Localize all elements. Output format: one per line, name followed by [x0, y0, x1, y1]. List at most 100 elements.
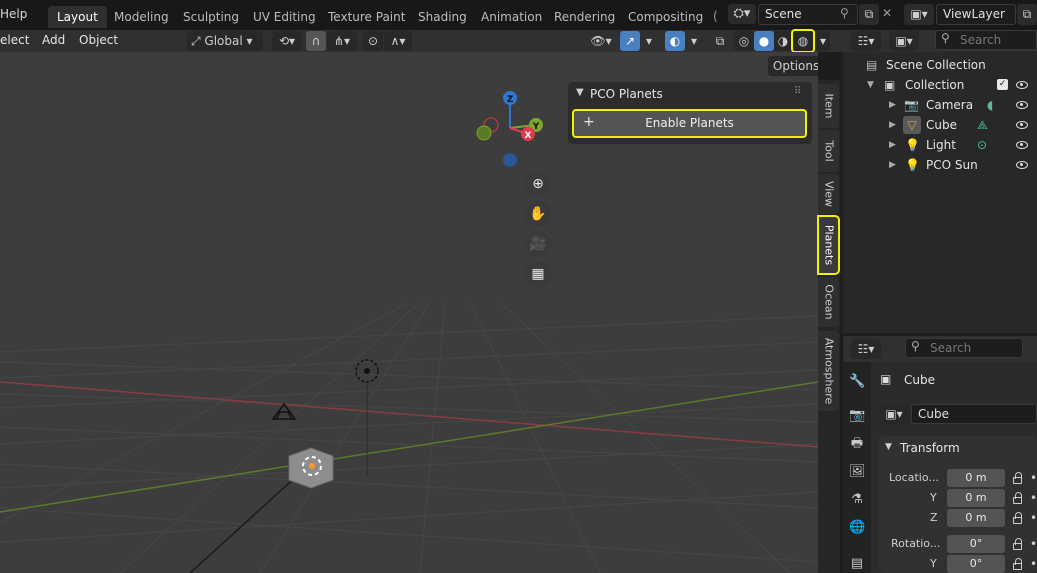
chevron-right-icon[interactable]: ▶ — [889, 135, 896, 155]
chevron-right-icon[interactable]: ▶ — [889, 155, 896, 175]
rotation-y-field[interactable]: 0° — [947, 555, 1005, 573]
tab-animation[interactable]: Animation — [472, 6, 551, 28]
chevron-right-icon[interactable]: ▶ — [889, 95, 896, 115]
shading-dropdown-icon[interactable]: ▾ — [816, 31, 830, 51]
lock-icon[interactable] — [1013, 512, 1022, 524]
list-item[interactable]: ▶ 💡 PCO Sun — [843, 155, 1037, 175]
panel-title[interactable]: PCO Planets — [590, 87, 663, 101]
tab-atmosphere[interactable]: Atmosphere — [818, 331, 839, 411]
snap-icon[interactable]: ∩ — [306, 31, 326, 51]
close-icon[interactable]: ✕ — [882, 6, 892, 20]
tab-layout[interactable]: Layout — [48, 6, 107, 28]
new-scene-icon[interactable]: ⧉ — [859, 4, 879, 25]
lock-icon[interactable] — [1013, 492, 1022, 504]
tab-item[interactable]: Item — [818, 84, 839, 128]
menu-select[interactable]: elect — [0, 33, 29, 47]
chevron-down-icon[interactable]: ▼ — [885, 442, 892, 452]
tab-modeling[interactable]: Modeling — [105, 6, 178, 28]
eye-icon[interactable] — [1016, 81, 1028, 89]
tab-compositing[interactable]: Compositing — [619, 6, 712, 28]
mesh-data-icon[interactable]: ⟁ — [977, 115, 988, 135]
rendered-shading-icon[interactable]: ◍ — [791, 29, 815, 53]
tab-ocean[interactable]: Ocean — [818, 277, 839, 327]
list-item[interactable]: ▶ ▽ Cube ⟁ — [843, 115, 1037, 135]
chevron-down-icon[interactable]: ▼ — [867, 75, 874, 95]
scene-icon[interactable]: ⚗ — [849, 492, 865, 508]
pan-hand-icon[interactable]: ✋ — [525, 201, 551, 227]
location-x-field[interactable]: 0 m — [947, 469, 1005, 487]
editor-type-icon[interactable]: ☷▾ — [851, 339, 881, 359]
filter-icon[interactable]: ▣▾ — [889, 31, 919, 51]
lock-icon[interactable] — [1013, 558, 1022, 570]
collection-icon[interactable]: ▤ — [849, 556, 865, 572]
chevron-right-icon[interactable]: ▶ — [889, 115, 896, 135]
eye-icon[interactable] — [1016, 161, 1028, 169]
tab-view[interactable]: View — [818, 174, 839, 214]
object-name-field[interactable]: Cube — [911, 404, 1037, 424]
checkbox-icon[interactable]: ✓ — [997, 79, 1008, 90]
tab-overflow[interactable]: ( — [713, 9, 718, 23]
list-item[interactable]: ▶ 💡 Light ⊙ — [843, 135, 1037, 155]
view-layer-icon[interactable]: 🖼 — [849, 464, 866, 480]
options-dropdown[interactable]: Options ▾ — [768, 56, 818, 76]
tool-icon[interactable]: 🔧 — [849, 374, 865, 390]
falloff-icon[interactable]: ∧▾ — [384, 31, 412, 51]
pivot-icon[interactable]: ⟲▾ — [272, 31, 302, 51]
gizmo-toggle-icon[interactable]: ↗ — [620, 31, 640, 51]
rotation-x-field[interactable]: 0° — [947, 535, 1005, 553]
enable-planets-button[interactable]: + Enable Planets — [572, 109, 807, 138]
location-y-field[interactable]: 0 m — [947, 489, 1005, 507]
visibility-icon[interactable]: 👁▾ — [585, 31, 617, 51]
dot-icon[interactable]: • — [1030, 471, 1037, 485]
ortho-grid-icon[interactable]: ▦ — [525, 261, 551, 287]
pin-icon[interactable]: ⚲ — [840, 6, 849, 20]
lock-icon[interactable] — [1013, 538, 1022, 550]
transform-panel-title[interactable]: Transform — [900, 441, 960, 455]
object-type-icon[interactable]: ▣▾ — [879, 404, 909, 424]
viewlayer-icon[interactable]: ▣▾ — [904, 4, 934, 25]
scene-icon[interactable]: ⛭▾ — [728, 4, 756, 24]
orientation-dropdown[interactable]: ⤢ Global ▾ — [187, 31, 263, 51]
navigation-gizmo[interactable]: Z Y X — [470, 88, 560, 178]
menu-add[interactable]: Add — [42, 33, 65, 47]
proportional-edit-icon[interactable]: ⊙ — [363, 31, 383, 51]
gizmo-dropdown-icon[interactable]: ▾ — [641, 31, 657, 51]
menu-object[interactable]: Object — [79, 33, 118, 47]
material-shading-icon[interactable]: ◑ — [774, 31, 792, 51]
tab-uv-editing[interactable]: UV Editing — [244, 6, 325, 28]
overlay-toggle-icon[interactable]: ◐ — [665, 31, 685, 51]
outliner-search-input[interactable]: Search — [935, 30, 1037, 50]
collection-row[interactable]: ▼ ▣ Collection ✓ — [843, 75, 1037, 95]
wireframe-shading-icon[interactable]: ◎ — [734, 31, 754, 51]
camera-data-icon[interactable]: ◖ — [987, 95, 993, 115]
tab-sculpting[interactable]: Sculpting — [174, 6, 248, 28]
lock-icon[interactable] — [1013, 472, 1022, 484]
zoom-icon[interactable]: ⊕ — [525, 171, 551, 197]
camera-object[interactable] — [271, 402, 297, 420]
tab-rendering[interactable]: Rendering — [545, 6, 624, 28]
new-viewlayer-icon[interactable]: ⧉ — [1017, 4, 1037, 25]
tab-shading[interactable]: Shading — [409, 6, 476, 28]
dot-icon[interactable]: • — [1030, 511, 1037, 525]
viewlayer-name-field[interactable]: ViewLayer — [936, 4, 1016, 25]
list-item[interactable]: ▶ 📷 Camera ◖ — [843, 95, 1037, 115]
display-mode-icon[interactable]: ☷▾ — [851, 31, 881, 51]
output-icon[interactable]: 🖶 — [849, 436, 865, 452]
scene-collection-row[interactable]: ▤ Scene Collection — [843, 55, 1037, 75]
properties-search-input[interactable]: Search — [905, 338, 1023, 358]
overlay-dropdown-icon[interactable]: ▾ — [686, 31, 702, 51]
render-icon[interactable]: 📷 — [849, 408, 865, 424]
dot-icon[interactable]: • — [1030, 491, 1037, 505]
gizmo-neg-y[interactable] — [476, 125, 492, 141]
tab-planets[interactable]: Planets — [817, 215, 840, 275]
world-icon[interactable]: 🌐 — [849, 520, 865, 536]
snap-target-icon[interactable]: ⋔▾ — [327, 31, 357, 51]
chevron-down-icon[interactable]: ▼ — [576, 87, 584, 98]
dot-icon[interactable]: • — [1030, 537, 1037, 551]
camera-view-icon[interactable]: 🎥 — [525, 231, 551, 257]
light-data-icon[interactable]: ⊙ — [977, 135, 987, 155]
eye-icon[interactable] — [1016, 141, 1028, 149]
xray-icon[interactable]: ⧉ — [710, 31, 730, 51]
gizmo-neg-z[interactable] — [503, 153, 517, 167]
eye-icon[interactable] — [1016, 121, 1028, 129]
